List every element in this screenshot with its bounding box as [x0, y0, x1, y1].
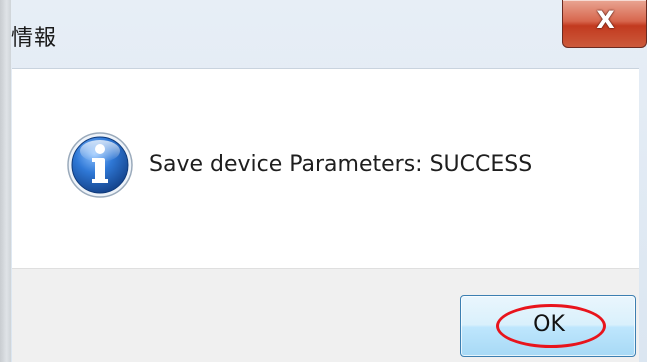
ok-button-label: OK	[533, 312, 565, 337]
title-bar[interactable]: 情報 X	[11, 0, 647, 68]
dialog-message: Save device Parameters: SUCCESS	[149, 152, 533, 177]
desktop-edge	[0, 0, 11, 362]
dialog-title: 情報	[11, 26, 58, 51]
close-button[interactable]: X	[562, 0, 647, 48]
dialog-window: 情報 X Save device Parameters: SUCCESS OK	[11, 0, 647, 362]
screen: 情報 X Save device Parameters: SUCCESS OK	[0, 0, 647, 362]
ok-button[interactable]: OK	[460, 295, 636, 357]
close-icon: X	[596, 6, 615, 34]
dialog-footer: OK	[12, 268, 639, 362]
information-icon	[67, 132, 133, 198]
dialog-content: Save device Parameters: SUCCESS	[12, 68, 639, 269]
